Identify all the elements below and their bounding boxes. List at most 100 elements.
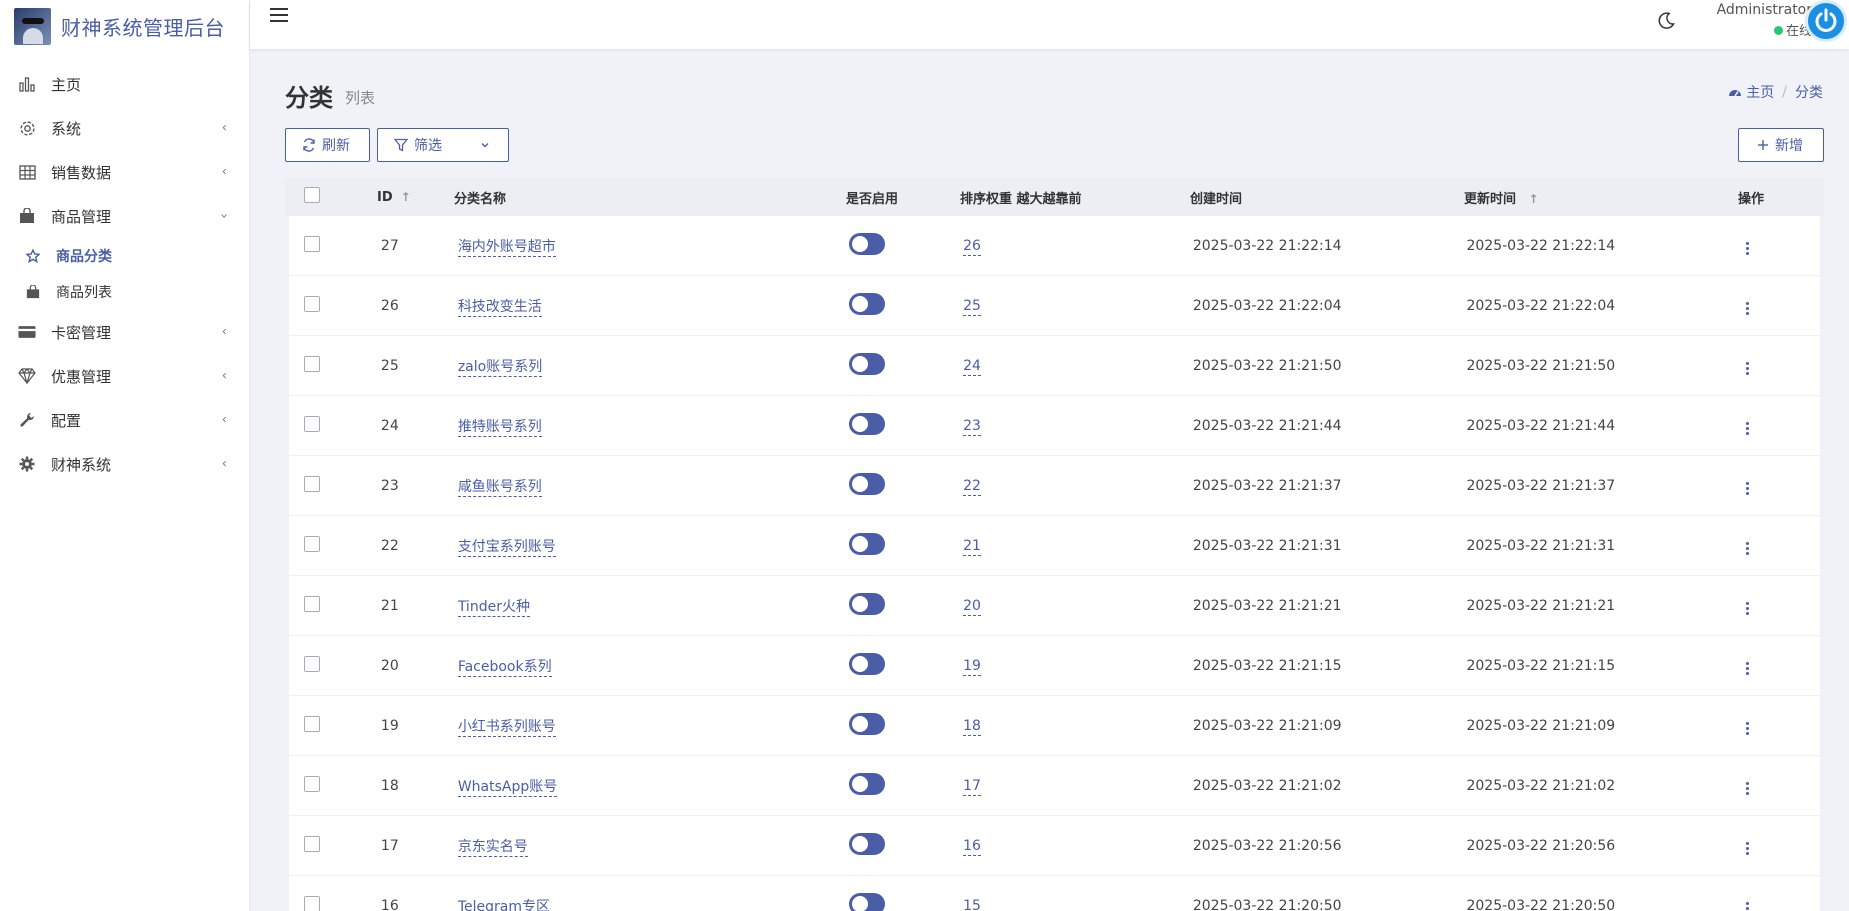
more-actions-icon[interactable] [1740, 538, 1755, 559]
enabled-toggle[interactable] [849, 352, 886, 375]
enabled-toggle[interactable] [849, 232, 886, 255]
breadcrumb-separator: / [1782, 84, 1787, 100]
enabled-toggle[interactable] [849, 832, 886, 855]
filter-button[interactable]: 筛选 [377, 128, 509, 162]
sidebar-item-products[interactable]: 商品管理 ‹ [0, 194, 249, 238]
header-updated[interactable]: 更新时间 ↑ [1464, 188, 1738, 207]
cell-updated: 2025-03-22 21:20:56 [1466, 837, 1616, 854]
sidebar-subitem-category[interactable]: 商品分类 [0, 238, 249, 274]
brand[interactable]: 财神系统管理后台 [0, 0, 249, 52]
cell-id: 21 [380, 597, 399, 614]
enabled-toggle[interactable] [849, 712, 886, 735]
power-icon [1815, 8, 1837, 32]
row-checkbox[interactable] [304, 655, 320, 672]
cell-sort-link[interactable]: 20 [963, 597, 981, 616]
cell-sort-link[interactable]: 15 [963, 897, 981, 911]
cell-sort-link[interactable]: 24 [963, 357, 981, 376]
row-checkbox[interactable] [304, 415, 320, 432]
enabled-toggle[interactable] [849, 412, 886, 435]
row-checkbox[interactable] [304, 715, 320, 732]
more-actions-icon[interactable] [1740, 238, 1755, 259]
breadcrumb-home[interactable]: 主页 [1728, 82, 1774, 102]
cell-sort-link[interactable]: 26 [963, 237, 981, 256]
online-dot-icon [1773, 26, 1783, 35]
row-checkbox[interactable] [304, 235, 320, 252]
cell-sort-link[interactable]: 18 [963, 717, 981, 736]
sidebar-subitem-product-list[interactable]: 商品列表 [0, 274, 249, 310]
cell-name-link[interactable]: zalo账号系列 [457, 358, 543, 377]
cell-sort-link[interactable]: 16 [963, 837, 981, 856]
cell-name-link[interactable]: 海内外账号超市 [457, 238, 556, 257]
enabled-toggle[interactable] [849, 772, 886, 795]
more-actions-icon[interactable] [1740, 478, 1755, 499]
more-actions-icon[interactable] [1740, 358, 1755, 379]
cell-updated: 2025-03-22 21:22:04 [1466, 297, 1616, 314]
breadcrumb-home-label: 主页 [1746, 85, 1775, 101]
sidebar-item-label: 卡密管理 [51, 323, 112, 342]
more-actions-icon[interactable] [1740, 898, 1755, 911]
sidebar-item-cards[interactable]: 卡密管理 ‹ [0, 310, 249, 354]
enabled-toggle[interactable] [849, 652, 886, 675]
avatar[interactable] [1805, 0, 1847, 42]
gear-icon [18, 119, 36, 137]
enabled-toggle[interactable] [849, 892, 886, 911]
more-actions-icon[interactable] [1740, 838, 1755, 859]
table-row: 18 WhatsApp账号 17 2025-03-22 21:21:02 2025-03… [289, 756, 1820, 816]
row-checkbox[interactable] [304, 595, 320, 612]
more-actions-icon[interactable] [1740, 418, 1755, 439]
select-all-checkbox[interactable] [304, 187, 320, 203]
enabled-toggle[interactable] [849, 292, 886, 315]
table-row: 21 Tinder火种 20 2025-03-22 21:21:21 2025-03-2… [289, 576, 1820, 636]
cell-name-link[interactable]: 京东实名号 [457, 838, 528, 857]
more-actions-icon[interactable] [1740, 658, 1755, 679]
row-checkbox[interactable] [304, 895, 320, 911]
row-checkbox[interactable] [304, 835, 320, 852]
cell-name-link[interactable]: 小红书系列账号 [457, 718, 556, 737]
sidebar-item-home[interactable]: 主页 [0, 62, 249, 106]
more-actions-icon[interactable] [1740, 598, 1755, 619]
header-id[interactable]: ID ↑ [377, 190, 454, 205]
row-checkbox[interactable] [304, 475, 320, 492]
cell-sort-link[interactable]: 22 [963, 477, 981, 496]
cell-sort-link[interactable]: 25 [963, 297, 981, 316]
menu-toggle-icon[interactable] [270, 8, 288, 26]
row-checkbox[interactable] [304, 355, 320, 372]
header-id-label: ID [377, 189, 393, 205]
dark-mode-icon[interactable] [1656, 11, 1678, 33]
sidebar-item-config[interactable]: 配置 ‹ [0, 398, 249, 442]
row-checkbox[interactable] [304, 775, 320, 792]
cell-name-link[interactable]: Telegram专区 [457, 898, 550, 911]
cell-updated: 2025-03-22 21:21:21 [1466, 597, 1616, 614]
sidebar-item-sales[interactable]: 销售数据 ‹ [0, 150, 249, 194]
refresh-button[interactable]: 刷新 [285, 128, 370, 162]
cell-sort-link[interactable]: 21 [963, 537, 981, 556]
cell-name-link[interactable]: WhatsApp账号 [457, 778, 558, 797]
add-button-label: 新增 [1775, 138, 1803, 154]
enabled-toggle[interactable] [849, 532, 886, 555]
more-actions-icon[interactable] [1740, 718, 1755, 739]
cell-sort-link[interactable]: 17 [963, 777, 981, 796]
cell-name-link[interactable]: Facebook系列 [457, 658, 552, 677]
cell-name-link[interactable]: 支付宝系列账号 [457, 538, 556, 557]
chevron-down-icon: ‹ [216, 213, 232, 219]
cell-name-link[interactable]: 科技改变生活 [457, 298, 542, 317]
cell-updated: 2025-03-22 21:21:02 [1466, 777, 1616, 794]
sidebar-item-system[interactable]: 系统 ‹ [0, 106, 249, 150]
more-actions-icon[interactable] [1740, 298, 1755, 319]
enabled-toggle[interactable] [849, 472, 886, 495]
cell-name-link[interactable]: 咸鱼账号系列 [457, 478, 542, 497]
sidebar-item-caishen[interactable]: 财神系统 ‹ [0, 442, 249, 486]
add-button[interactable]: 新增 [1738, 128, 1824, 162]
cell-id: 16 [380, 897, 399, 911]
cell-name-link[interactable]: 推特账号系列 [457, 418, 542, 437]
more-actions-icon[interactable] [1740, 778, 1755, 799]
sidebar-item-discounts[interactable]: 优惠管理 ‹ [0, 354, 249, 398]
row-checkbox[interactable] [304, 295, 320, 312]
cell-name-link[interactable]: Tinder火种 [457, 598, 530, 617]
row-checkbox[interactable] [304, 535, 320, 552]
cell-sort-link[interactable]: 19 [963, 657, 981, 676]
enabled-toggle[interactable] [849, 592, 886, 615]
cell-sort-link[interactable]: 23 [963, 417, 981, 436]
cell-updated: 2025-03-22 21:22:14 [1466, 237, 1616, 254]
user-info[interactable]: Administrator 在线 [1702, 2, 1812, 39]
